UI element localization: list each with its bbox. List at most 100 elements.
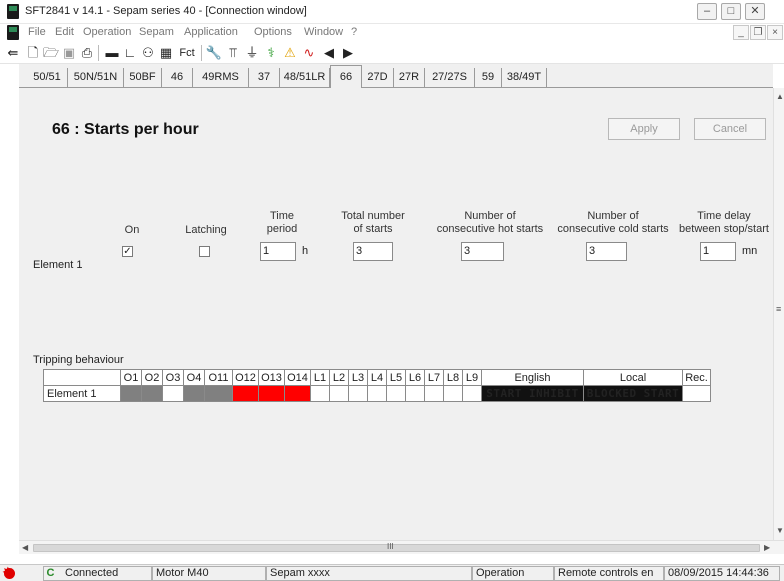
menu-application[interactable]: Application <box>184 26 238 38</box>
tab-49rms[interactable]: 49RMS <box>193 68 249 88</box>
save-disk-icon[interactable]: ▣ <box>60 44 78 62</box>
scroll-left-icon[interactable]: ◀ <box>22 543 28 552</box>
cell-o4[interactable] <box>183 385 205 402</box>
cell-l4[interactable] <box>367 385 387 402</box>
toolbar-separator <box>98 45 99 61</box>
cell-rec[interactable] <box>682 385 711 402</box>
cell-l5[interactable] <box>386 385 406 402</box>
menu-help[interactable]: ? <box>351 26 357 38</box>
new-file-icon[interactable]: 🗋 <box>24 44 42 62</box>
mdi-minimize-button[interactable]: _ <box>733 25 749 40</box>
local-message[interactable]: BLOCKED START <box>583 385 683 402</box>
scroll-thumb[interactable] <box>33 544 760 552</box>
menu-operation[interactable]: Operation <box>83 26 131 38</box>
header-time-delay: Time delay between stop/start <box>679 210 769 235</box>
connection-text: Connected <box>65 567 119 579</box>
window-icon[interactable]: ▬ <box>103 44 121 62</box>
total-starts-input[interactable]: 3 <box>353 242 393 261</box>
cell-l6[interactable] <box>405 385 425 402</box>
col-english: English <box>481 369 584 386</box>
cell-o13[interactable] <box>258 385 285 402</box>
tab-27r[interactable]: 27R <box>394 68 425 88</box>
cancel-button[interactable]: Cancel <box>694 118 766 140</box>
cell-l3[interactable] <box>348 385 368 402</box>
cell-l9[interactable] <box>462 385 482 402</box>
hot-starts-input[interactable]: 3 <box>461 242 504 261</box>
cell-o14[interactable] <box>284 385 311 402</box>
cell-o3[interactable] <box>162 385 184 402</box>
tab-59[interactable]: 59 <box>475 68 502 88</box>
app-icon <box>7 4 19 19</box>
tab-27d[interactable]: 27D <box>362 68 394 88</box>
cell-o2[interactable] <box>141 385 163 402</box>
open-folder-icon[interactable]: 🗁 <box>42 44 60 62</box>
tab-46[interactable]: 46 <box>162 68 193 88</box>
cell-o1[interactable] <box>120 385 142 402</box>
col-o2: O2 <box>141 369 163 386</box>
menu-options[interactable]: Options <box>254 26 292 38</box>
apply-button[interactable]: Apply <box>608 118 680 140</box>
wrench-icon[interactable]: 🔧 <box>205 44 223 62</box>
fct-button[interactable]: Fct <box>176 44 198 62</box>
horizontal-scrollbar[interactable]: ◀ III ▶ <box>19 540 784 554</box>
cell-l8[interactable] <box>443 385 463 402</box>
english-message[interactable]: START INHIBIT <box>481 385 584 402</box>
tab-38-49t[interactable]: 38/49T <box>502 68 547 88</box>
minimize-button[interactable]: – <box>697 3 717 20</box>
mdi-restore-button[interactable]: ❐ <box>750 25 766 40</box>
time-period-input[interactable]: 1 <box>260 242 296 261</box>
close-button[interactable]: ✕ <box>745 3 765 20</box>
diagnostic-icon[interactable]: ⚕ <box>262 44 280 62</box>
menu-file[interactable]: File <box>28 26 46 38</box>
cell-l1[interactable] <box>310 385 330 402</box>
col-o3: O3 <box>162 369 184 386</box>
header-cold-starts: Number of consecutive cold starts <box>557 210 669 235</box>
tripping-element-1-row: Element 1 START INHIBIT BLOCKED START <box>43 385 711 402</box>
scroll-down-icon[interactable]: ▼ <box>776 526 784 535</box>
scroll-up-icon[interactable]: ▲ <box>776 92 784 101</box>
tab-48-51lr[interactable]: 48/51LR <box>280 68 330 88</box>
mdi-close-button[interactable]: × <box>767 25 783 40</box>
time-delay-input[interactable]: 1 <box>700 242 736 261</box>
print-icon[interactable]: ⎙ <box>78 44 96 62</box>
col-o1: O1 <box>120 369 142 386</box>
ground-icon[interactable]: ⏚ <box>243 44 261 62</box>
maximize-button[interactable]: □ <box>721 3 741 20</box>
warning-icon[interactable]: ⚠ <box>281 44 299 62</box>
col-o12: O12 <box>232 369 259 386</box>
cell-o11[interactable] <box>204 385 233 402</box>
forward-arrow-icon[interactable]: ▶ <box>339 44 357 62</box>
cell-l7[interactable] <box>424 385 444 402</box>
table-icon[interactable]: ▦ <box>157 44 175 62</box>
vertical-scrollbar[interactable]: ▲ ≡ ▼ <box>773 88 784 540</box>
menu-edit[interactable]: Edit <box>55 26 74 38</box>
tab-27-27s[interactable]: 27/27S <box>425 68 475 88</box>
connect-icon[interactable]: ⇚ <box>4 44 22 62</box>
network-icon[interactable]: ⚇ <box>139 44 157 62</box>
col-rec: Rec. <box>682 369 711 386</box>
tab-66[interactable]: 66 <box>330 65 362 89</box>
tab-50bf[interactable]: 50BF <box>124 68 162 88</box>
cell-o12[interactable] <box>232 385 259 402</box>
waveform-icon[interactable]: ∿ <box>300 44 318 62</box>
back-arrow-icon[interactable]: ◀ <box>320 44 338 62</box>
tripping-row-label: Element 1 <box>43 385 121 402</box>
scroll-right-icon[interactable]: ▶ <box>764 543 770 552</box>
col-l9: L9 <box>462 369 482 386</box>
tab-37[interactable]: 37 <box>249 68 280 88</box>
on-checkbox[interactable]: ✓ <box>122 246 133 257</box>
chart-icon[interactable]: ∟ <box>121 44 139 62</box>
cell-l2[interactable] <box>329 385 349 402</box>
cold-starts-input[interactable]: 3 <box>586 242 627 261</box>
latching-checkbox[interactable] <box>199 246 210 257</box>
menu-window[interactable]: Window <box>304 26 343 38</box>
col-l4: L4 <box>367 369 387 386</box>
header-latching: Latching <box>185 224 227 236</box>
tab-50n-51n[interactable]: 50N/51N <box>68 68 124 88</box>
motor-status: Motor M40 <box>152 566 266 581</box>
col-o11: O11 <box>204 369 233 386</box>
menu-bar: File Edit Operation Sepam Application Op… <box>0 24 784 42</box>
menu-sepam[interactable]: Sepam <box>139 26 174 38</box>
tab-50-51[interactable]: 50/51 <box>27 68 68 88</box>
breaker-icon[interactable]: ⫪ <box>224 44 242 62</box>
